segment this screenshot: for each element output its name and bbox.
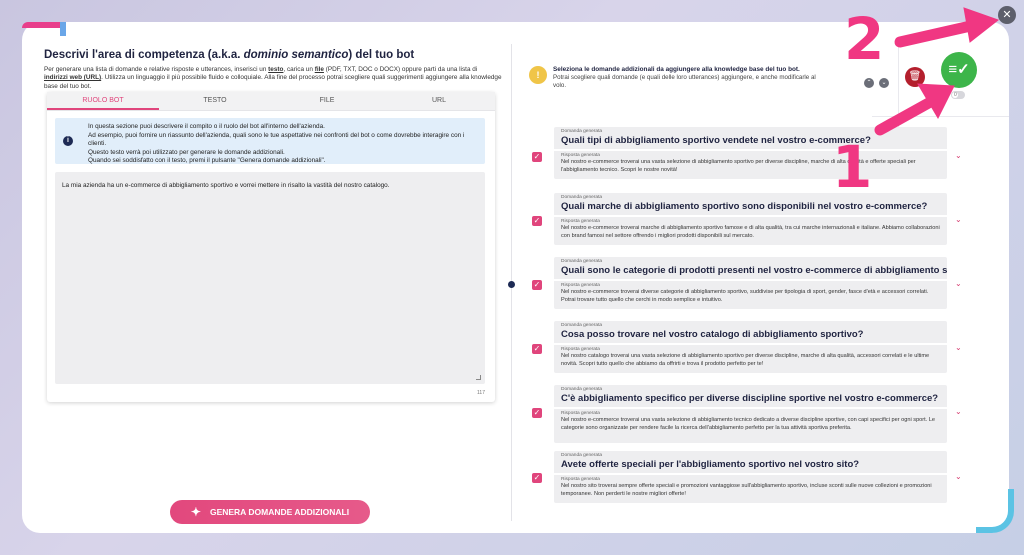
info-icon: i	[63, 136, 73, 146]
annotation-number-2: 2	[844, 5, 885, 73]
answer-field[interactable]: Risposta generata Nel nostro e-commerce t…	[554, 151, 947, 179]
question-checkbox[interactable]: ✓	[532, 473, 542, 483]
generate-questions-button[interactable]: ✦ GENERA DOMANDE ADDIZIONALI	[170, 500, 370, 524]
chevron-down-icon[interactable]: ⌄	[955, 407, 962, 416]
input-card: RUOLO BOT TESTO FILE URL i In questa sez…	[47, 92, 495, 402]
question-checkbox[interactable]: ✓	[532, 216, 542, 226]
page-title: Descrivi l'area di competenza (a.k.a. do…	[44, 49, 415, 61]
trash-icon[interactable]: 🗑	[905, 67, 925, 87]
chevron-down-icon[interactable]: ⌄	[955, 472, 962, 481]
chevron-down-icon[interactable]: ⌄	[955, 215, 962, 224]
question-field[interactable]: Domanda generata Quali sono le categorie …	[554, 257, 947, 279]
answer-field[interactable]: Risposta generata Nel nostro catalogo tro…	[554, 345, 947, 373]
tab-file[interactable]: FILE	[271, 92, 383, 110]
answer-field[interactable]: Risposta generata Nel nostro e-commerce t…	[554, 281, 947, 309]
char-counter: 117	[477, 390, 485, 396]
chevron-down-icon[interactable]: ⌄	[955, 151, 962, 160]
answer-field[interactable]: Risposta generata Nel nostro e-commerce t…	[554, 217, 947, 245]
question-field[interactable]: Domanda generata C'è abbigliamento specif…	[554, 385, 947, 407]
collapse-all-icon[interactable]: ⌃	[864, 78, 874, 88]
close-icon[interactable]: ✕	[998, 6, 1016, 24]
role-textarea[interactable]: La mia azienda ha un e-commerce di abbig…	[55, 172, 485, 384]
question-field[interactable]: Domanda generata Quali tipi di abbigliame…	[554, 127, 947, 149]
info-text: In questa sezione puoi descrivere il com…	[88, 123, 465, 164]
tab-bar: RUOLO BOT TESTO FILE URL	[47, 92, 495, 111]
selection-description: Potrai scegliere quali domande (e quali …	[553, 74, 816, 90]
answer-field[interactable]: Risposta generata Nel nostro e-commerce t…	[554, 409, 947, 443]
decor-corner-bottom-right	[976, 489, 1014, 533]
question-field[interactable]: Domanda generata Avete offerte speciali p…	[554, 451, 947, 473]
sparkle-icon: ✦	[190, 505, 201, 519]
link-file[interactable]: file	[315, 66, 324, 73]
link-web[interactable]: indirizzi web (URL)	[44, 74, 101, 81]
link-testo[interactable]: testo	[268, 66, 283, 73]
question-field[interactable]: Domanda generata Quali marche di abbiglia…	[554, 193, 947, 215]
expand-all-icon[interactable]: ⌄	[879, 78, 889, 88]
answer-field[interactable]: Risposta generata Nel nostro sito trovera…	[554, 475, 947, 503]
question-checkbox[interactable]: ✓	[532, 344, 542, 354]
decor-corner-top-left-accent	[60, 22, 66, 36]
tab-ruolo-bot[interactable]: RUOLO BOT	[47, 92, 159, 110]
toggle-label: 0	[954, 92, 957, 98]
question-checkbox[interactable]: ✓	[532, 280, 542, 290]
left-panel: Descrivi l'area di competenza (a.k.a. do…	[44, 47, 514, 91]
chevron-down-icon[interactable]: ⌄	[955, 279, 962, 288]
divider-handle[interactable]	[508, 281, 515, 288]
chevron-down-icon[interactable]: ⌄	[955, 343, 962, 352]
question-checkbox[interactable]: ✓	[532, 408, 542, 418]
warning-icon: !	[529, 66, 547, 84]
resize-handle[interactable]	[476, 375, 481, 380]
question-field[interactable]: Domanda generata Cosa posso trovare nel v…	[554, 321, 947, 343]
add-to-knowledge-base-button[interactable]: ≡✓	[941, 52, 977, 88]
page-description: Per generare una lista di domande e rela…	[44, 66, 502, 90]
tab-url[interactable]: URL	[383, 92, 495, 110]
toolbar-bottom-separator	[872, 116, 1009, 117]
annotation-number-1: 1	[832, 133, 873, 201]
info-box: i In questa sezione puoi descrivere il c…	[55, 118, 485, 164]
question-checkbox[interactable]: ✓	[532, 152, 542, 162]
selection-title: Seleziona le domande addizionali da aggi…	[553, 66, 800, 73]
tab-testo[interactable]: TESTO	[159, 92, 271, 110]
